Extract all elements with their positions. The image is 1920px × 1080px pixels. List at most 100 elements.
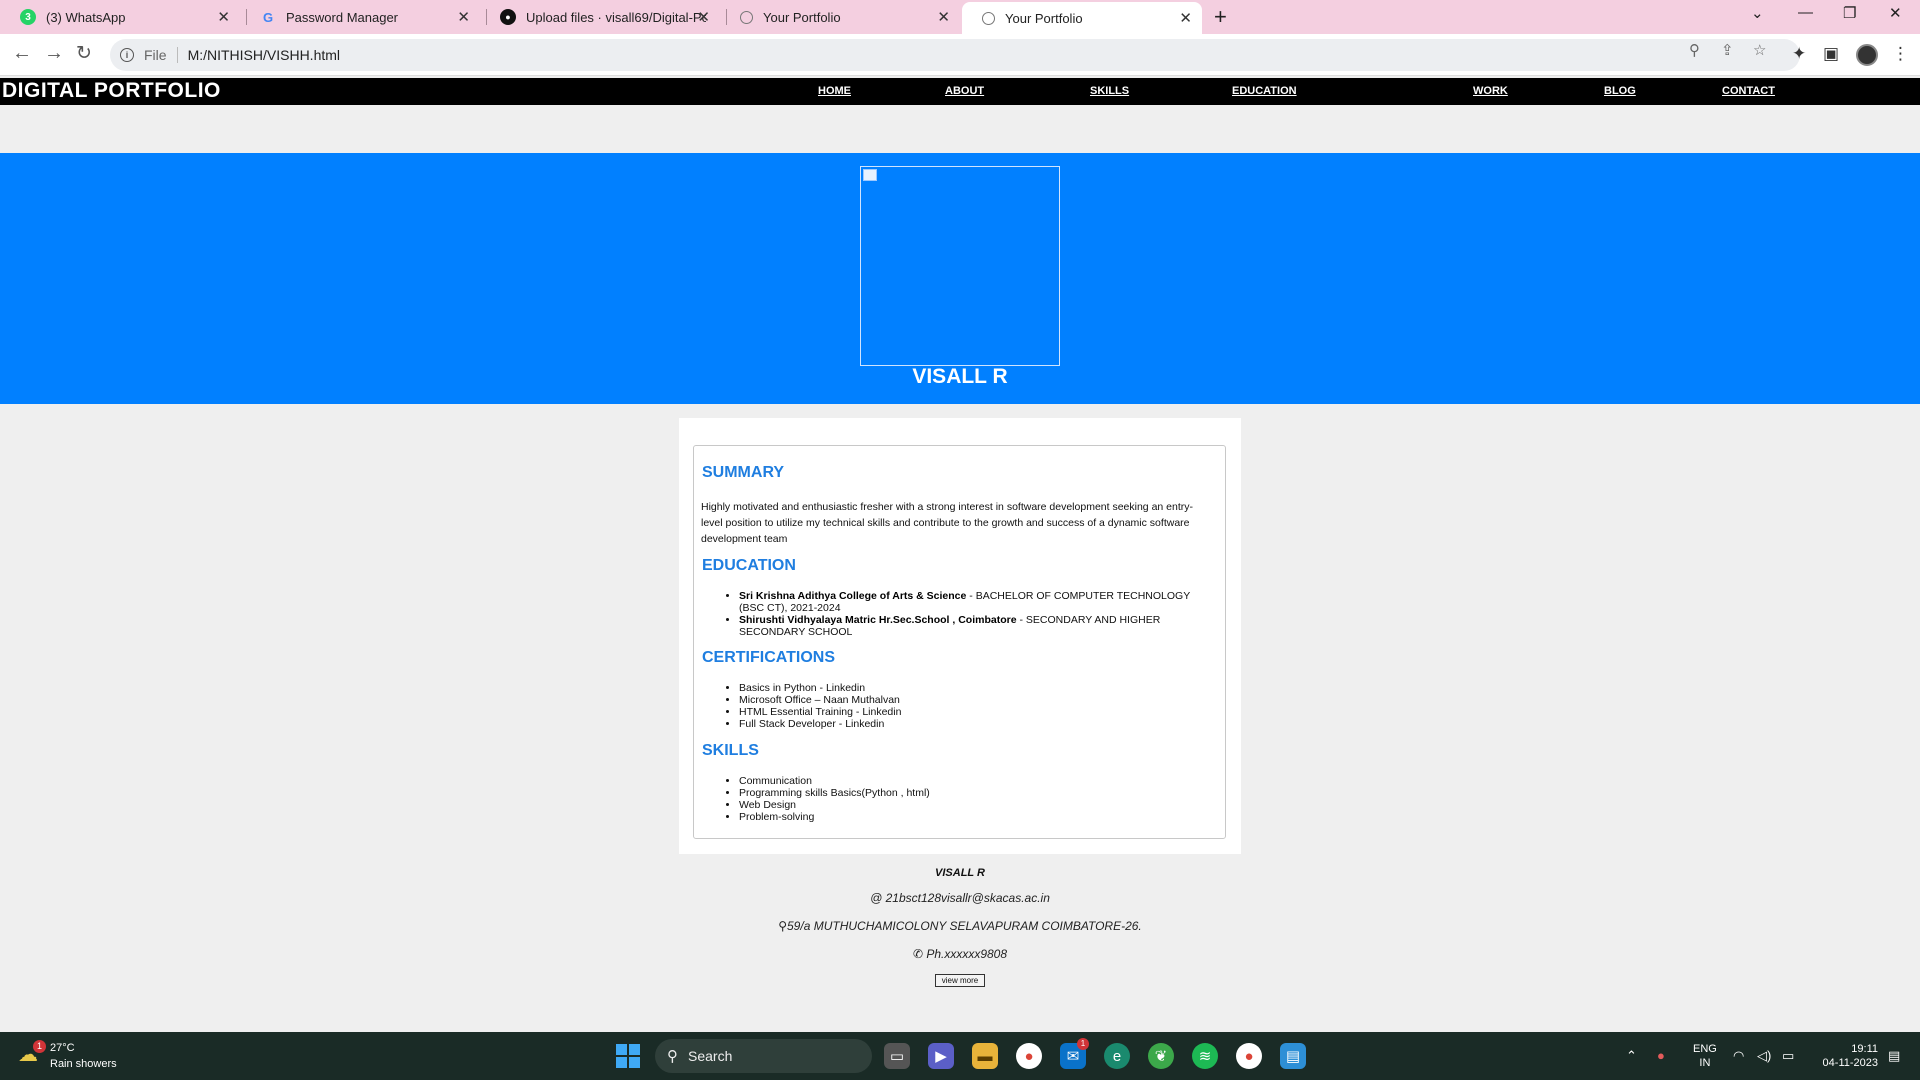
nav-home[interactable]: HOME bbox=[818, 85, 851, 97]
weather-description[interactable]: Rain showers bbox=[50, 1058, 117, 1070]
task-view-icon[interactable]: ▭ bbox=[884, 1043, 910, 1069]
search-label: Search bbox=[688, 1048, 733, 1064]
globe-icon bbox=[740, 10, 753, 24]
tab-title: Your Portfolio bbox=[763, 9, 841, 25]
close-tab-icon[interactable]: ✕ bbox=[1179, 9, 1192, 27]
spring-tool-icon[interactable]: ❦ bbox=[1148, 1043, 1174, 1069]
menu-icon[interactable]: ⋮ bbox=[1892, 44, 1909, 64]
new-tab-button[interactable]: + bbox=[1214, 4, 1227, 30]
weather-badge: 1 bbox=[33, 1040, 46, 1053]
edge-icon[interactable]: e bbox=[1104, 1043, 1130, 1069]
info-icon[interactable]: i bbox=[120, 48, 134, 62]
show-hidden-icons[interactable]: ⌃ bbox=[1626, 1048, 1637, 1064]
school-name: Sri Krishna Adithya College of Arts & Sc… bbox=[739, 590, 967, 602]
nav-blog[interactable]: BLOG bbox=[1604, 85, 1636, 97]
list-item: Problem-solving bbox=[739, 811, 930, 823]
spotify-icon[interactable]: ≋ bbox=[1192, 1043, 1218, 1069]
site-logo: DIGITAL PORTFOLIO bbox=[2, 79, 221, 102]
language-indicator[interactable]: ENG IN bbox=[1693, 1042, 1717, 1070]
region-code: IN bbox=[1699, 1057, 1711, 1069]
teams-icon[interactable]: ▶ bbox=[928, 1043, 954, 1069]
certifications-list: Basics in Python - Linkedin Microsoft Of… bbox=[728, 682, 901, 730]
nav-work[interactable]: WORK bbox=[1473, 85, 1508, 97]
nav-contact[interactable]: CONTACT bbox=[1722, 85, 1775, 97]
bookmark-star-icon[interactable]: ☆ bbox=[1753, 41, 1766, 59]
file-explorer-icon[interactable]: ▬ bbox=[972, 1043, 998, 1069]
close-tab-icon[interactable]: ✕ bbox=[697, 8, 710, 26]
tab-whatsapp[interactable]: 3 (3) WhatsApp ✕ bbox=[0, 0, 240, 34]
tab-search-icon[interactable]: ⌄ bbox=[1751, 4, 1764, 22]
security-icon[interactable]: ● bbox=[1657, 1048, 1665, 1063]
close-tab-icon[interactable]: ✕ bbox=[217, 8, 230, 26]
view-more-button[interactable]: view more bbox=[935, 974, 985, 987]
hero-banner: VISALL R bbox=[0, 153, 1920, 404]
tab-portfolio-active[interactable]: Your Portfolio ✕ bbox=[962, 2, 1202, 34]
wifi-icon[interactable]: ◠ bbox=[1733, 1048, 1744, 1064]
address-separator bbox=[176, 47, 178, 63]
clock-time: 19:11 bbox=[1851, 1043, 1878, 1055]
list-item: Basics in Python - Linkedin bbox=[739, 682, 901, 694]
volume-icon[interactable]: ◁) bbox=[1757, 1048, 1771, 1064]
language-code: ENG bbox=[1693, 1043, 1717, 1055]
close-tab-icon[interactable]: ✕ bbox=[457, 8, 470, 26]
summary-text: Highly motivated and enthusiastic freshe… bbox=[701, 501, 1194, 545]
taskbar: ☁ 1 27°C Rain showers ⚲ Search ▭ ▶ ▬ ● ✉… bbox=[0, 1032, 1920, 1080]
minimize-button[interactable]: — bbox=[1798, 4, 1813, 21]
nav-about[interactable]: ABOUT bbox=[945, 85, 984, 97]
google-icon: G bbox=[262, 9, 274, 25]
tab-title: (3) WhatsApp bbox=[46, 9, 126, 25]
list-item: Communication bbox=[739, 775, 930, 787]
tab-title: Password Manager bbox=[286, 9, 398, 25]
list-item: HTML Essential Training - Linkedin bbox=[739, 706, 901, 718]
tab-github-upload[interactable]: ● Upload files · visall69/Digital-Por ✕ bbox=[480, 0, 720, 34]
chrome-profile-icon[interactable]: ● bbox=[1236, 1043, 1262, 1069]
footer-name: VISALL R bbox=[935, 867, 985, 879]
windows-start-icon[interactable] bbox=[616, 1044, 640, 1068]
notifications-icon[interactable]: ▤ bbox=[1888, 1048, 1900, 1064]
tab-portfolio-1[interactable]: Your Portfolio ✕ bbox=[720, 0, 960, 34]
list-item: Web Design bbox=[739, 799, 930, 811]
address-bar[interactable]: i File M:/NITHISH/VISHH.html bbox=[110, 39, 1800, 71]
restore-button[interactable]: ❐ bbox=[1843, 4, 1856, 22]
summary-heading: SUMMARY bbox=[702, 464, 785, 481]
address-url[interactable]: M:/NITHISH/VISHH.html bbox=[188, 47, 340, 63]
github-icon: ● bbox=[500, 9, 516, 25]
education-list: Sri Krishna Adithya College of Arts & Sc… bbox=[728, 590, 1198, 638]
system-clock[interactable]: 19:11 04-11-2023 bbox=[1812, 1042, 1878, 1070]
nav-education[interactable]: EDUCATION bbox=[1232, 85, 1297, 97]
globe-icon bbox=[982, 11, 995, 25]
tab-title: Your Portfolio bbox=[1005, 10, 1083, 26]
zoom-icon[interactable]: ⚲ bbox=[1689, 41, 1700, 59]
resume-card: SUMMARY Highly motivated and enthusiasti… bbox=[679, 418, 1241, 854]
forward-icon[interactable]: → bbox=[44, 42, 64, 65]
list-item: Full Stack Developer - Linkedin bbox=[739, 718, 901, 730]
reload-icon[interactable]: ↻ bbox=[76, 42, 92, 65]
school-name: Shirushti Vidhyalaya Matric Hr.Sec.Schoo… bbox=[739, 614, 1017, 626]
back-icon[interactable]: ← bbox=[12, 42, 32, 65]
close-window-button[interactable]: ✕ bbox=[1889, 4, 1902, 22]
list-item: Microsoft Office – Naan Muthalvan bbox=[739, 694, 901, 706]
clock-date: 04-11-2023 bbox=[1822, 1057, 1878, 1069]
site-header: DIGITAL PORTFOLIO HOME ABOUT SKILLS EDUC… bbox=[0, 78, 1920, 105]
certifications-heading: CERTIFICATIONS bbox=[702, 649, 836, 666]
hero-name: VISALL R bbox=[912, 365, 1008, 388]
skills-list: Communication Programming skills Basics(… bbox=[728, 775, 930, 823]
taskbar-search[interactable]: ⚲ Search bbox=[655, 1039, 872, 1073]
share-icon[interactable]: ⇪ bbox=[1721, 41, 1734, 59]
extensions-icon[interactable]: ✦ bbox=[1792, 44, 1806, 64]
tab-password-manager[interactable]: G Password Manager ✕ bbox=[240, 0, 480, 34]
notepad-icon[interactable]: ▤ bbox=[1280, 1043, 1306, 1069]
side-panel-icon[interactable]: ▣ bbox=[1823, 44, 1839, 64]
search-icon: ⚲ bbox=[667, 1048, 678, 1065]
broken-image-icon bbox=[863, 169, 877, 181]
nav-skills[interactable]: SKILLS bbox=[1090, 85, 1129, 97]
browser-toolbar: ← → ↻ i File M:/NITHISH/VISHH.html ⚲ ⇪ ☆… bbox=[0, 34, 1920, 76]
battery-icon[interactable]: ▭ bbox=[1782, 1048, 1794, 1064]
weather-temperature[interactable]: 27°C bbox=[50, 1042, 75, 1054]
footer-phone: ✆ Ph.xxxxxx9808 bbox=[912, 947, 1008, 961]
profile-avatar[interactable] bbox=[1856, 44, 1878, 66]
chrome-icon[interactable]: ● bbox=[1016, 1043, 1042, 1069]
close-tab-icon[interactable]: ✕ bbox=[937, 8, 950, 26]
list-item: Shirushti Vidhyalaya Matric Hr.Sec.Schoo… bbox=[739, 614, 1198, 638]
list-item: Programming skills Basics(Python , html) bbox=[739, 787, 930, 799]
